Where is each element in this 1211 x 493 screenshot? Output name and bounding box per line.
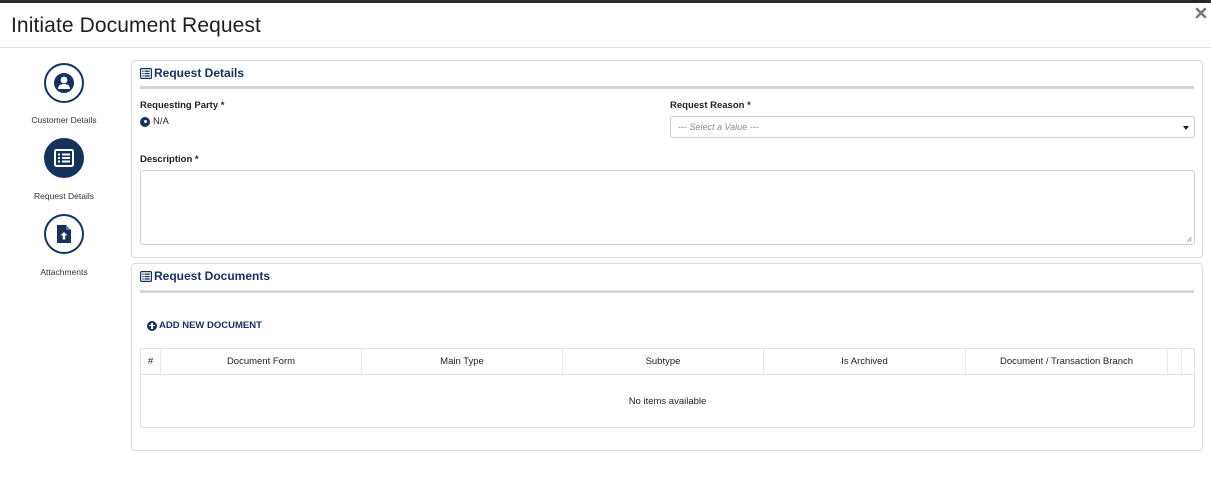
radio-selected-icon [140,116,150,127]
requesting-party-radio[interactable]: N/A [140,116,169,127]
column-header-index[interactable]: # [141,349,161,375]
section-heading: Request Documents [140,269,270,283]
request-details-panel: Request Details Requesting Party * N/A R… [131,60,1203,258]
file-upload-icon [44,214,84,254]
column-header-document-form[interactable]: Document Form [161,349,362,375]
section-title: Request Documents [154,269,271,283]
description-textarea[interactable] [140,170,1195,245]
resize-grip-icon[interactable] [1186,236,1192,242]
column-header-main-type[interactable]: Main Type [362,349,563,375]
plus-circle-icon [147,320,157,331]
column-header-is-archived[interactable]: Is Archived [764,349,966,375]
step-label: Request Details [33,191,94,201]
step-label: Attachments [40,267,88,277]
caret-down-icon [1183,126,1189,130]
section-title: Request Details [154,66,245,80]
section-heading: Request Details [140,66,244,80]
list-icon [44,138,84,178]
required-marker: * [194,154,199,165]
column-header-spacer [1168,349,1182,375]
list-icon [140,67,152,79]
modal-header: Initiate Document Request [0,3,1211,48]
select-placeholder: --- Select a Value --- [678,122,759,132]
description-label: Description * [140,154,199,165]
modal-title: Initiate Document Request [11,14,261,37]
add-new-document-button[interactable]: ADD NEW DOCUMENT [147,320,262,331]
close-icon[interactable] [1194,6,1208,20]
required-marker: * [747,100,751,111]
required-marker: * [220,100,225,111]
list-icon [140,270,152,282]
documents-grid: # Document Form Main Type Subtype Is Arc… [140,348,1195,428]
requesting-party-label: Requesting Party * [140,100,225,111]
step-label: Customer Details [31,115,97,125]
add-document-label: ADD NEW DOCUMENT [159,320,262,331]
column-header-branch[interactable]: Document / Transaction Branch [966,349,1168,375]
column-header-subtype[interactable]: Subtype [563,349,764,375]
request-reason-select[interactable]: --- Select a Value --- [670,116,1195,138]
section-divider [140,290,1194,293]
grid-empty-message: No items available [628,396,707,407]
grid-header-row: # Document Form Main Type Subtype Is Arc… [141,349,1194,375]
section-divider [140,86,1194,89]
user-icon [44,63,84,103]
request-documents-panel: Request Documents ADD NEW DOCUMENT # Doc… [131,263,1203,451]
radio-option-label: N/A [153,116,169,127]
request-reason-label: Request Reason * [670,100,751,111]
